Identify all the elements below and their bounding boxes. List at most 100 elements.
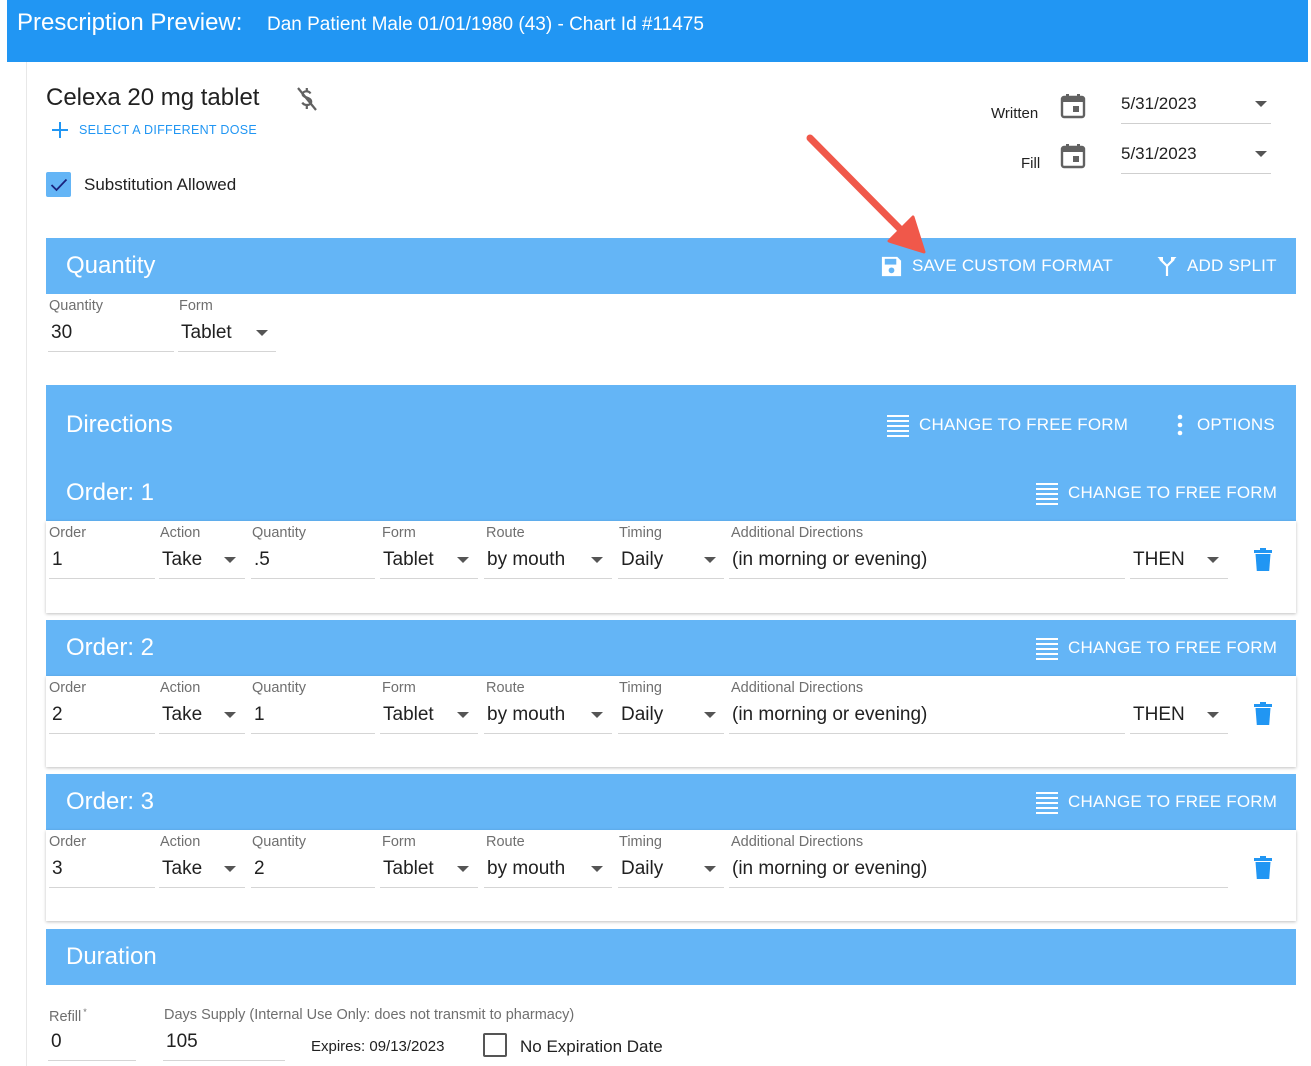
route-select[interactable]: by mouth: [484, 698, 612, 734]
change-to-free-form-button[interactable]: CHANGE TO FREE FORM: [886, 385, 1128, 465]
order-change-to-free-form-button[interactable]: CHANGE TO FREE FORM: [1035, 774, 1277, 830]
action-select[interactable]: Take: [159, 852, 245, 888]
route-select[interactable]: by mouth: [484, 543, 612, 579]
select-different-dose-button[interactable]: SELECT A DIFFERENT DOSE: [50, 120, 257, 140]
order-form-select[interactable]: Tablet: [380, 698, 478, 734]
chevron-down-icon: [1255, 101, 1267, 107]
additional-directions-value: (in morning or evening): [732, 858, 928, 879]
options-label: OPTIONS: [1197, 415, 1275, 434]
quantity-value: 30: [51, 322, 73, 343]
refill-label: Refill *: [49, 1007, 87, 1025]
order-quantity-input[interactable]: 1: [251, 698, 375, 734]
order-quantity-input[interactable]: 2: [251, 852, 375, 888]
patient-info: Dan Patient Male 01/01/1980 (43) - Chart…: [267, 14, 704, 35]
order-title: Order: 2: [66, 634, 155, 661]
timing-label: Timing: [619, 834, 662, 850]
order-change-label: CHANGE TO FREE FORM: [1068, 792, 1278, 811]
order-quantity-value: .5: [254, 549, 270, 570]
order-label: Order: [49, 525, 87, 541]
additional-directions-value: (in morning or evening): [732, 549, 928, 570]
chevron-down-icon: [704, 557, 716, 563]
then-select[interactable]: THEN: [1130, 543, 1228, 579]
directions-title: Directions: [66, 411, 173, 438]
lines-icon: [1036, 483, 1058, 505]
fill-date-value: 5/31/2023: [1121, 144, 1197, 163]
lines-icon: [1036, 792, 1058, 814]
timing-select[interactable]: Daily: [618, 852, 724, 888]
order-number-input[interactable]: 1: [49, 543, 155, 579]
floppy-disk-icon: [881, 256, 902, 276]
quantity-label: Quantity: [49, 298, 103, 314]
then-value: THEN: [1133, 704, 1185, 725]
form-label: Form: [382, 525, 416, 541]
additional-directions-input[interactable]: (in morning or evening): [729, 698, 1125, 734]
directions-section-header: Directions CHANGE TO FREE FORM OPTIONS: [46, 385, 1296, 465]
trash-icon[interactable]: [1253, 548, 1273, 572]
action-value: Take: [162, 549, 203, 570]
chevron-down-icon: [591, 557, 603, 563]
chevron-down-icon: [704, 866, 716, 872]
calendar-icon[interactable]: [1060, 93, 1086, 119]
refill-input[interactable]: 0: [48, 1025, 136, 1061]
timing-value: Daily: [621, 858, 664, 879]
split-arrows-icon: [1157, 257, 1177, 276]
substitution-allowed-checkbox[interactable]: Substitution Allowed: [46, 172, 236, 197]
additional-directions-input[interactable]: (in morning or evening): [729, 543, 1125, 579]
calendar-icon[interactable]: [1060, 143, 1086, 169]
written-date-select[interactable]: 5/31/2023: [1121, 86, 1271, 124]
plus-icon: [52, 122, 68, 138]
timing-select[interactable]: Daily: [618, 698, 724, 734]
order-form-select[interactable]: Tablet: [380, 852, 478, 888]
action-select[interactable]: Take: [159, 698, 245, 734]
duration-section-header: Duration: [46, 929, 1296, 985]
form-label: Form: [382, 680, 416, 696]
quantity-label: Quantity: [252, 834, 306, 850]
chevron-down-icon: [457, 557, 469, 563]
days-supply-label: Days Supply (Internal Use Only: does not…: [164, 1007, 575, 1023]
order-change-to-free-form-button[interactable]: CHANGE TO FREE FORM: [1035, 620, 1277, 676]
save-custom-format-button[interactable]: SAVE CUSTOM FORMAT: [880, 238, 1113, 294]
route-label: Route: [486, 680, 525, 696]
route-select[interactable]: by mouth: [484, 852, 612, 888]
then-select[interactable]: THEN: [1130, 698, 1228, 734]
add-split-button[interactable]: ADD SPLIT: [1156, 238, 1277, 294]
no-cost-dollar-icon[interactable]: [294, 85, 320, 113]
additional-directions-input[interactable]: (in morning or evening): [729, 852, 1228, 888]
checkbox-checked-icon[interactable]: [46, 172, 71, 197]
order-2-header: Order: 2 CHANGE TO FREE FORM: [46, 620, 1296, 676]
order-form-value: Tablet: [383, 549, 434, 570]
form-select[interactable]: Tablet: [178, 316, 276, 352]
order-form-select[interactable]: Tablet: [380, 543, 478, 579]
days-supply-input[interactable]: 105: [163, 1025, 285, 1061]
order-label: Order: [49, 834, 87, 850]
order-quantity-input[interactable]: .5: [251, 543, 375, 579]
timing-value: Daily: [621, 549, 664, 570]
written-label: Written: [991, 105, 1039, 122]
page-title: Prescription Preview:: [17, 9, 243, 36]
order-number-input[interactable]: 3: [49, 852, 155, 888]
order-title: Order: 3: [66, 788, 155, 815]
action-value: Take: [162, 704, 203, 725]
action-select[interactable]: Take: [159, 543, 245, 579]
quantity-section-title: Quantity: [66, 252, 156, 279]
order-number-input[interactable]: 2: [49, 698, 155, 734]
quantity-input[interactable]: 30: [48, 316, 174, 352]
timing-label: Timing: [619, 525, 662, 541]
order-form-value: Tablet: [383, 704, 434, 725]
timing-select[interactable]: Daily: [618, 543, 724, 579]
quantity-label: Quantity: [252, 680, 306, 696]
chevron-down-icon: [256, 330, 268, 336]
trash-icon[interactable]: [1253, 856, 1273, 880]
options-button[interactable]: OPTIONS: [1172, 385, 1275, 465]
order-change-to-free-form-button[interactable]: CHANGE TO FREE FORM: [1035, 465, 1277, 521]
fill-date-select[interactable]: 5/31/2023: [1121, 136, 1271, 174]
timing-label: Timing: [619, 680, 662, 696]
refill-value: 0: [51, 1031, 62, 1052]
no-expiration-checkbox[interactable]: [483, 1033, 507, 1057]
form-label: Form: [382, 834, 416, 850]
select-dose-label: SELECT A DIFFERENT DOSE: [79, 123, 258, 137]
order-title: Order: 1: [66, 479, 155, 506]
fill-label: Fill: [1021, 155, 1041, 172]
trash-icon[interactable]: [1253, 702, 1273, 726]
chevron-down-icon: [457, 866, 469, 872]
